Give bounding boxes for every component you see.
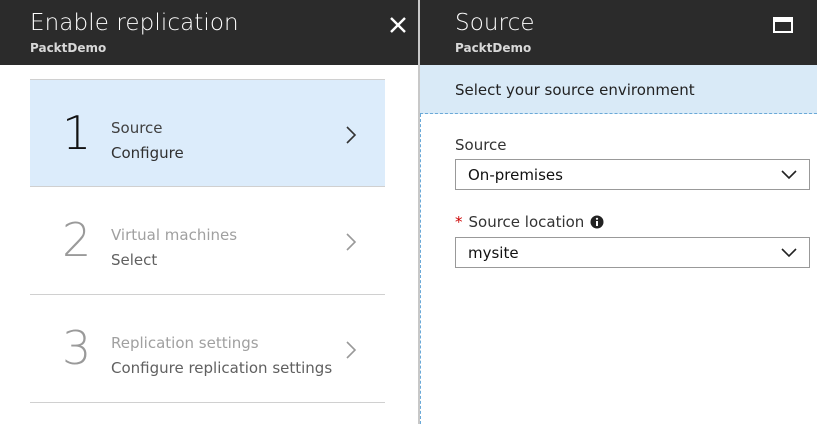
blade-subtitle: PacktDemo [455, 41, 532, 55]
source-dropdown-value: On-premises [468, 166, 563, 184]
app-root: Enable replication PacktDemo 1 Source Co… [0, 0, 817, 424]
source-blade: Source PacktDemo Select your source envi… [420, 0, 817, 424]
step-virtual-machines[interactable]: 2 Virtual machines Select [30, 187, 385, 295]
chevron-down-icon [781, 248, 797, 258]
chevron-right-icon [346, 126, 357, 144]
maximize-button[interactable] [773, 17, 793, 33]
wizard-steps: 1 Source Configure 2 Virtual machines Se… [30, 79, 385, 403]
maximize-icon [773, 17, 793, 33]
instruction-banner: Select your source environment [420, 65, 817, 114]
step-number: 1 [62, 106, 92, 160]
enable-replication-header: Enable replication PacktDemo [0, 0, 418, 65]
step-title: Replication settings [111, 334, 259, 352]
chevron-right-icon [346, 233, 357, 251]
blade-subtitle: PacktDemo [30, 41, 107, 55]
step-number: 3 [62, 321, 92, 375]
step-title: Source [111, 119, 163, 137]
source-location-dropdown[interactable]: mysite [455, 237, 810, 268]
blade-title: Source [455, 10, 535, 36]
chevron-down-icon [781, 170, 797, 180]
source-location-dropdown-value: mysite [468, 244, 519, 262]
close-button[interactable] [385, 12, 411, 38]
info-icon[interactable] [590, 215, 604, 229]
step-subtitle: Configure replication settings [111, 359, 333, 377]
step-subtitle: Select [111, 251, 158, 269]
source-dropdown[interactable]: On-premises [455, 159, 810, 190]
blade-title: Enable replication [30, 10, 239, 36]
step-number: 2 [62, 213, 92, 267]
chevron-right-icon [346, 341, 357, 359]
step-source[interactable]: 1 Source Configure [30, 79, 385, 187]
source-location-label: Source location [468, 213, 585, 231]
source-label: Source [455, 136, 507, 154]
content-focus-border [420, 114, 421, 424]
source-location-label-row: * Source location [455, 213, 604, 231]
step-title: Virtual machines [111, 226, 238, 244]
step-replication-settings[interactable]: 3 Replication settings Configure replica… [30, 295, 385, 403]
source-header: Source PacktDemo [420, 0, 817, 65]
step-subtitle: Configure [111, 144, 184, 162]
close-icon [390, 17, 406, 33]
required-indicator: * [455, 213, 463, 231]
enable-replication-blade: Enable replication PacktDemo 1 Source Co… [0, 0, 418, 424]
banner-text: Select your source environment [455, 81, 695, 99]
